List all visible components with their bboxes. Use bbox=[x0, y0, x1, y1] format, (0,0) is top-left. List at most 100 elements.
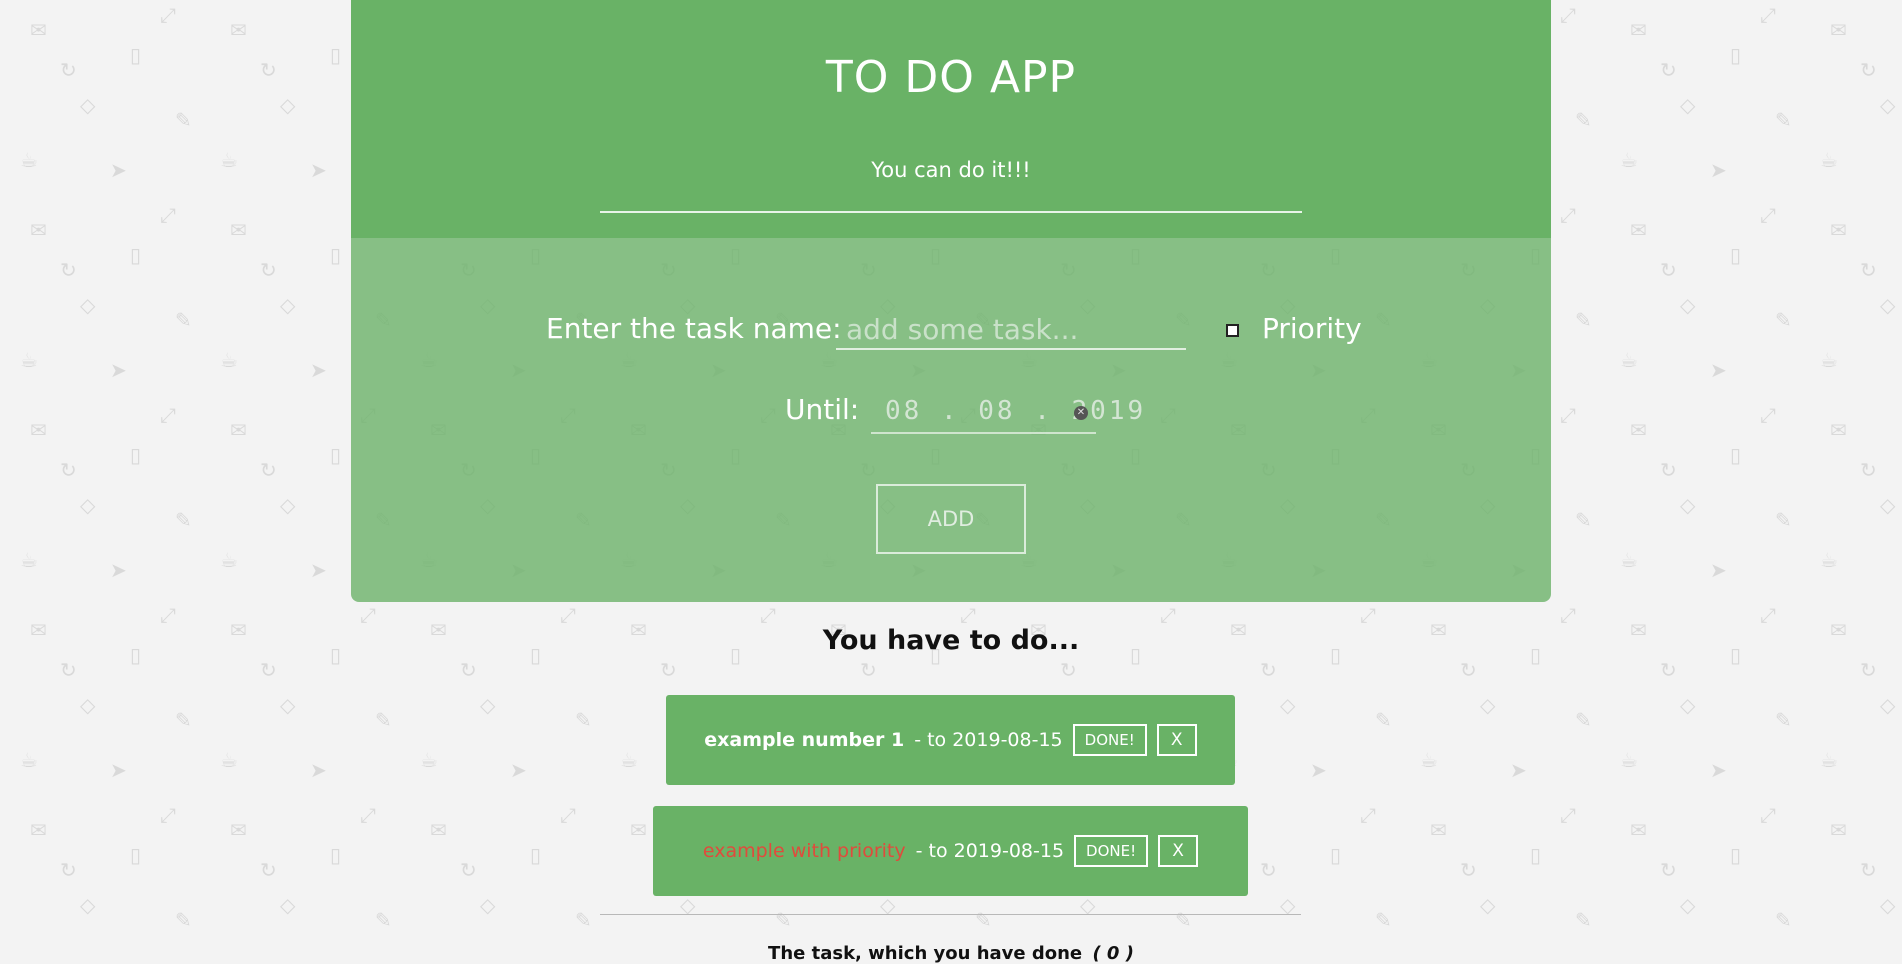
cycle-icon: ↻ bbox=[660, 658, 677, 682]
tag-icon: ◇ bbox=[280, 893, 296, 917]
phone-icon: ▯ bbox=[1730, 643, 1742, 667]
expand-icon: ⤢ bbox=[1160, 603, 1176, 627]
mail-icon: ✉ bbox=[1830, 218, 1847, 242]
expand-icon: ⤢ bbox=[160, 203, 176, 227]
cycle-icon: ↻ bbox=[1660, 858, 1677, 882]
done-heading: The task, which you have done ( 0 ) bbox=[351, 943, 1551, 964]
tag-icon: ◇ bbox=[680, 893, 696, 917]
task-name-input[interactable] bbox=[836, 310, 1186, 350]
phone-icon: ▯ bbox=[130, 243, 142, 267]
task-row: example number 1 - to 2019-08-15 DONE! X bbox=[666, 695, 1235, 785]
pencil-icon: ✎ bbox=[775, 908, 792, 932]
expand-icon: ⤢ bbox=[1560, 3, 1576, 27]
expand-icon: ⤢ bbox=[1360, 803, 1376, 827]
pencil-icon: ✎ bbox=[375, 708, 392, 732]
add-task-form: Enter the task name: Priority Until: 08 … bbox=[351, 238, 1551, 602]
phone-icon: ▯ bbox=[1730, 43, 1742, 67]
task-due-date: - to 2019-08-15 bbox=[915, 840, 1065, 862]
delete-button[interactable]: X bbox=[1156, 724, 1197, 756]
plane-icon: ➤ bbox=[1710, 158, 1727, 182]
pencil-icon: ✎ bbox=[1575, 508, 1592, 532]
phone-icon: ▯ bbox=[130, 643, 142, 667]
phone-icon: ▯ bbox=[1730, 843, 1742, 867]
cycle-icon: ↻ bbox=[1660, 58, 1677, 82]
app-subtitle: You can do it!!! bbox=[871, 158, 1031, 182]
done-divider bbox=[600, 914, 1301, 915]
expand-icon: ⤢ bbox=[1760, 3, 1776, 27]
tag-icon: ◇ bbox=[1480, 693, 1496, 717]
phone-icon: ▯ bbox=[130, 843, 142, 867]
task-card-priority: example with priority - to 2019-08-15 DO… bbox=[653, 806, 1248, 896]
tag-icon: ◇ bbox=[1880, 93, 1896, 117]
coffee-icon: ☕ bbox=[1620, 748, 1638, 772]
plane-icon: ➤ bbox=[110, 158, 127, 182]
plane-icon: ➤ bbox=[110, 558, 127, 582]
mail-icon: ✉ bbox=[30, 18, 47, 42]
coffee-icon: ☕ bbox=[20, 148, 38, 172]
add-button[interactable]: ADD bbox=[876, 484, 1026, 554]
cycle-icon: ↻ bbox=[1260, 858, 1277, 882]
coffee-icon: ☕ bbox=[1820, 548, 1838, 572]
todo-heading: You have to do... bbox=[822, 625, 1080, 656]
coffee-icon: ☕ bbox=[220, 748, 238, 772]
expand-icon: ⤢ bbox=[1560, 803, 1576, 827]
pencil-icon: ✎ bbox=[1375, 708, 1392, 732]
tag-icon: ◇ bbox=[1880, 693, 1896, 717]
tag-icon: ◇ bbox=[480, 893, 496, 917]
cycle-icon: ↻ bbox=[60, 58, 77, 82]
tag-icon: ◇ bbox=[1680, 693, 1696, 717]
coffee-icon: ☕ bbox=[1820, 148, 1838, 172]
tag-icon: ◇ bbox=[1480, 893, 1496, 917]
expand-icon: ⤢ bbox=[1760, 203, 1776, 227]
cycle-icon: ↻ bbox=[1460, 858, 1477, 882]
plane-icon: ➤ bbox=[310, 758, 327, 782]
mail-icon: ✉ bbox=[30, 818, 47, 842]
plane-icon: ➤ bbox=[110, 358, 127, 382]
task-card: example number 1 - to 2019-08-15 DONE! X bbox=[666, 695, 1235, 785]
plane-icon: ➤ bbox=[310, 558, 327, 582]
coffee-icon: ☕ bbox=[1820, 748, 1838, 772]
pencil-icon: ✎ bbox=[1775, 908, 1792, 932]
tag-icon: ◇ bbox=[280, 493, 296, 517]
tag-icon: ◇ bbox=[280, 693, 296, 717]
mail-icon: ✉ bbox=[30, 418, 47, 442]
done-heading-text: The task, which you have done bbox=[768, 943, 1083, 964]
header-divider bbox=[600, 211, 1302, 213]
plane-icon: ➤ bbox=[310, 358, 327, 382]
coffee-icon: ☕ bbox=[1620, 348, 1638, 372]
pencil-icon: ✎ bbox=[1175, 908, 1192, 932]
coffee-icon: ☕ bbox=[20, 548, 38, 572]
plane-icon: ➤ bbox=[310, 158, 327, 182]
pencil-icon: ✎ bbox=[575, 908, 592, 932]
expand-icon: ⤢ bbox=[1760, 403, 1776, 427]
phone-icon: ▯ bbox=[1730, 443, 1742, 467]
mail-icon: ✉ bbox=[1430, 818, 1447, 842]
tag-icon: ◇ bbox=[80, 493, 96, 517]
expand-icon: ⤢ bbox=[1360, 603, 1376, 627]
priority-label: Priority bbox=[1262, 312, 1362, 345]
until-date-input[interactable]: 08 . 08 . 2019 ✕ bbox=[871, 390, 1143, 434]
coffee-icon: ☕ bbox=[220, 548, 238, 572]
tag-icon: ◇ bbox=[80, 93, 96, 117]
expand-icon: ⤢ bbox=[960, 603, 976, 627]
expand-icon: ⤢ bbox=[160, 603, 176, 627]
cycle-icon: ↻ bbox=[1460, 658, 1477, 682]
clear-date-icon[interactable]: ✕ bbox=[1074, 406, 1088, 420]
done-button[interactable]: DONE! bbox=[1072, 724, 1147, 756]
done-button[interactable]: DONE! bbox=[1074, 835, 1149, 867]
priority-checkbox[interactable] bbox=[1226, 324, 1239, 337]
coffee-icon: ☕ bbox=[220, 148, 238, 172]
cycle-icon: ↻ bbox=[260, 258, 277, 282]
tag-icon: ◇ bbox=[1080, 893, 1096, 917]
delete-button[interactable]: X bbox=[1158, 835, 1199, 867]
cycle-icon: ↻ bbox=[1660, 258, 1677, 282]
plane-icon: ➤ bbox=[1710, 558, 1727, 582]
pencil-icon: ✎ bbox=[1575, 908, 1592, 932]
expand-icon: ⤢ bbox=[1560, 203, 1576, 227]
phone-icon: ▯ bbox=[1530, 843, 1542, 867]
pencil-icon: ✎ bbox=[1775, 508, 1792, 532]
mail-icon: ✉ bbox=[230, 18, 247, 42]
task-name: example number 1 bbox=[704, 729, 905, 751]
expand-icon: ⤢ bbox=[360, 803, 376, 827]
pencil-icon: ✎ bbox=[1775, 108, 1792, 132]
